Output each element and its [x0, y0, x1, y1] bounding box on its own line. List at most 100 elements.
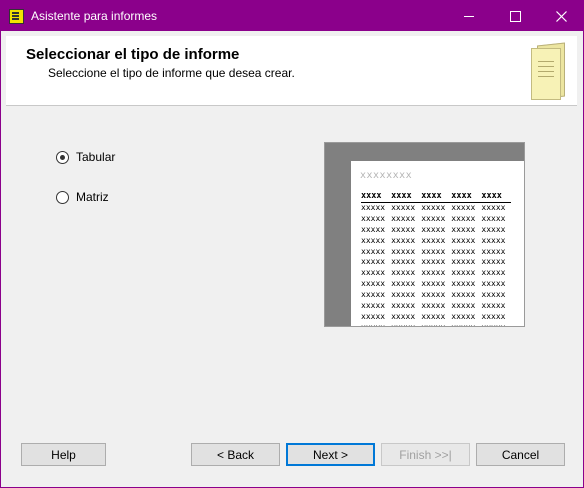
preview-cell: xxxxx	[361, 290, 386, 300]
preview-cell: xxxxx	[361, 268, 386, 278]
preview-row: xxxxxxxxxxxxxxxxxxxxxxxxx	[361, 312, 511, 323]
minimize-button[interactable]	[446, 1, 492, 31]
preview-cell: xxxxx	[421, 202, 446, 212]
report-document-icon	[531, 42, 565, 100]
preview-title: xxxxxxxx	[360, 170, 413, 181]
preview-column-header: xxxx	[481, 191, 512, 203]
preview-cell: xxxxx	[451, 202, 476, 212]
preview-cell: xxxxx	[391, 213, 416, 223]
preview-cell: xxxxx	[421, 311, 446, 321]
preview-cell: xxxxx	[421, 224, 446, 234]
preview-cell: xxxxx	[421, 268, 446, 278]
preview-cell: xxxxx	[481, 257, 506, 267]
wizard-header: Seleccionar el tipo de informe Seleccion…	[6, 36, 577, 106]
preview-row: xxxxx xxxxx xxxxx xxxxx xxxxx	[361, 290, 511, 301]
preview-row: xxxxxxxxxxxxxxxxxxxxxxxxx	[361, 214, 511, 225]
radio-tabular[interactable]: Tabular	[56, 150, 115, 164]
preview-cell: xxxxx	[451, 323, 481, 326]
preview-cell: xxxxx	[391, 323, 421, 326]
title-bar[interactable]: Asistente para informes	[1, 1, 583, 31]
preview-cell: xxxxx	[391, 235, 416, 245]
back-button[interactable]: < Back	[191, 443, 280, 466]
preview-row: xxxxx xxxxx xxxxx xxxxx xxxxx	[361, 202, 511, 213]
preview-row: xxxxxxxxxxxxxxxxxxxxxxxxx	[361, 225, 511, 236]
preview-cell: xxxxx	[391, 257, 416, 267]
preview-cell: xxxxx	[361, 279, 386, 289]
preview-cell: xxxxx	[451, 301, 476, 311]
preview-row: xxxxx xxxxx xxxxx xxxxx xxxxx	[361, 247, 511, 258]
preview-cell: xxxxx	[451, 224, 476, 234]
preview-cell: xxxxx	[481, 246, 506, 256]
preview-cell: xxxxx	[391, 290, 416, 300]
preview-cell: xxxxx	[481, 311, 506, 321]
radio-checked-icon[interactable]	[56, 150, 69, 164]
preview-cell: xxxxx	[421, 246, 446, 256]
preview-cell: xxxxx	[421, 290, 446, 300]
preview-cell: xxxxx	[451, 279, 476, 289]
preview-row: xxxxx xxxxx xxxxx xxxxx xxxxx	[361, 279, 511, 290]
maximize-icon	[509, 10, 521, 22]
preview-cell: xxxxx	[421, 323, 451, 326]
maximize-button[interactable]	[492, 1, 538, 31]
next-button[interactable]: Next >	[286, 443, 375, 466]
preview-cell: xxxxx	[481, 279, 506, 289]
preview-cell: xxxxx	[481, 213, 506, 223]
cancel-button[interactable]: Cancel	[476, 443, 565, 466]
preview-cell: xxxxx	[451, 235, 476, 245]
close-button[interactable]	[538, 1, 584, 31]
preview-table: xxxx xxxx xxxx xxxx xxxx xxxxx xxxxx xxxxx xxxx…	[361, 191, 512, 326]
preview-cell: xxxxx	[451, 268, 476, 278]
preview-cell: xxxxx	[361, 301, 386, 311]
preview-column-header: xxxx	[421, 191, 452, 203]
preview-cell: xxxxx	[391, 202, 416, 212]
preview-cell: xxxxx	[481, 323, 511, 326]
preview-cell: xxxxx	[481, 290, 506, 300]
preview-column-header: xxxx	[451, 191, 482, 203]
minimize-icon	[464, 15, 474, 17]
preview-row: xxxxxxxxxxxxxxxxxxxxxxxxx	[361, 236, 511, 247]
preview-cell: xxxxx	[451, 246, 476, 256]
preview-cell: xxxxx	[391, 301, 416, 311]
preview-cell: xxxxx	[481, 235, 506, 245]
preview-row: xxxxx xxxxx xxxxx xxxxx xxxxx	[361, 268, 511, 279]
preview-cell: xxxxx	[391, 279, 416, 289]
preview-cell: xxxxx	[481, 202, 506, 212]
page-subtitle: Seleccione el tipo de informe que desea …	[48, 66, 295, 80]
report-wizard-window: Asistente para informes Seleccionar el t…	[0, 0, 584, 488]
preview-cell: xxxxx	[361, 224, 386, 234]
finish-button[interactable]: Finish >>|	[381, 443, 470, 466]
help-button[interactable]: Help	[21, 443, 106, 466]
preview-cell: xxxxx	[451, 311, 476, 321]
preview-cell: xxxxx	[361, 246, 386, 256]
preview-cell: xxxxx	[421, 257, 446, 267]
preview-cell: xxxxx	[361, 235, 386, 245]
page-title: Seleccionar el tipo de informe	[26, 46, 240, 63]
preview-cell: xxxxx	[361, 213, 386, 223]
preview-cell: xxxxx	[361, 311, 386, 321]
window-title: Asistente para informes	[31, 9, 158, 23]
preview-page: xxxxxxxx xxxx xxxx xxxx xxxx xxxx xxxxx xxxxx…	[351, 161, 524, 326]
preview-column-header: xxxx	[391, 191, 422, 203]
preview-cell: xxxxx	[391, 268, 416, 278]
radio-tabular-label: Tabular	[76, 150, 116, 164]
preview-cell: xxxxx	[421, 301, 446, 311]
preview-cell: xxxxx	[391, 311, 416, 321]
preview-cell: xxxxx	[361, 257, 386, 267]
radio-unchecked-icon[interactable]	[56, 190, 69, 204]
preview-cell: xxxxx	[421, 213, 446, 223]
preview-cell: xxxxx	[481, 224, 506, 234]
preview-cell: xxxxx	[361, 202, 386, 212]
radio-matrix-label: Matriz	[76, 190, 109, 204]
preview-cell: xxxxx	[361, 323, 391, 326]
preview-row: xxxxxxxxxxxxxxxxxxxxxxxxx	[361, 323, 511, 326]
preview-cell: xxxxx	[391, 246, 416, 256]
preview-cell: xxxxx	[451, 257, 476, 267]
radio-matrix[interactable]: Matriz	[56, 190, 109, 204]
preview-row: xxxxxxxxxxxxxxxxxxxxxxxxx	[361, 301, 511, 312]
preview-row: xxxxx xxxxx xxxxx xxxxx xxxxx	[361, 257, 511, 268]
preview-cell: xxxxx	[481, 268, 506, 278]
preview-cell: xxxxx	[451, 290, 476, 300]
preview-cell: xxxxx	[421, 279, 446, 289]
close-icon	[555, 10, 567, 22]
preview-column-header: xxxx	[361, 191, 392, 203]
